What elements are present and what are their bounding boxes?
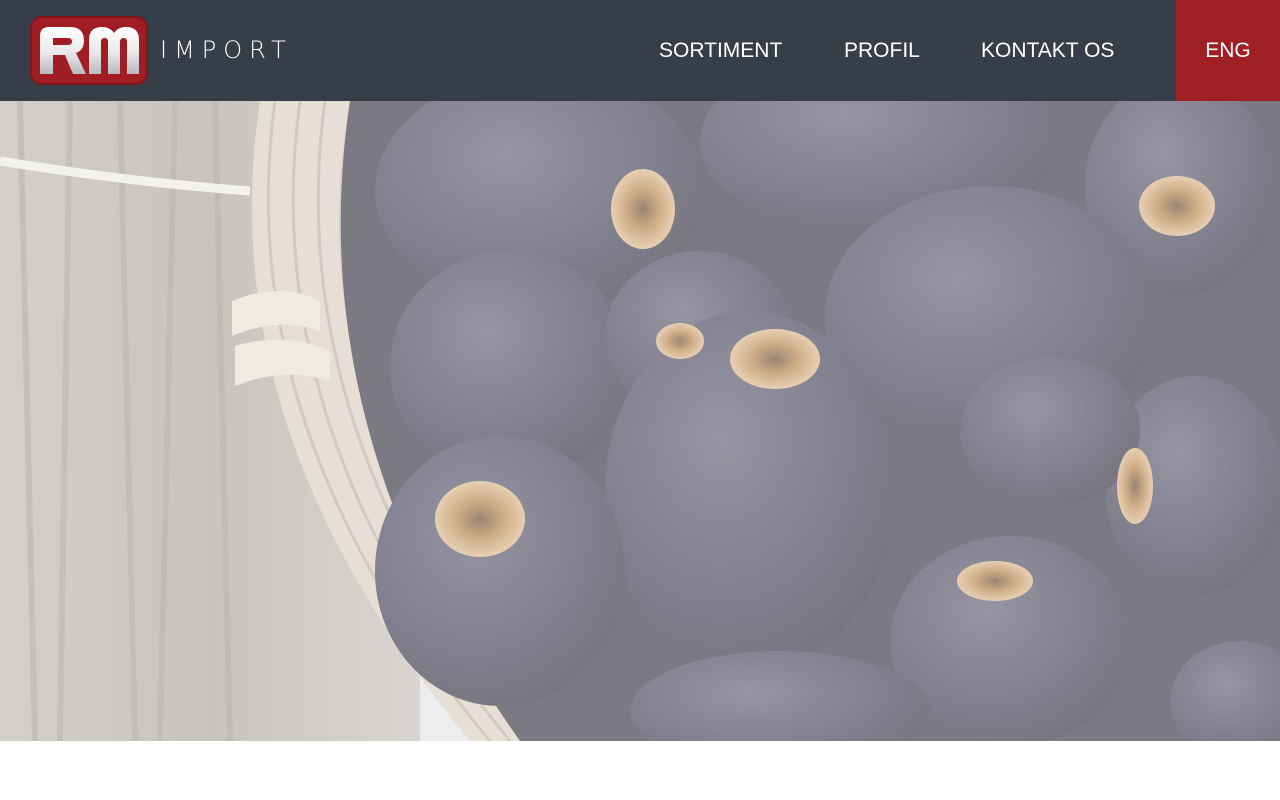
logo-badge	[30, 16, 148, 85]
nav-link-kontakt[interactable]: KONTAKT OS	[981, 0, 1114, 101]
nav-link-sortiment[interactable]: SORTIMENT	[659, 0, 782, 101]
hero-banner	[0, 101, 1280, 741]
site-logo[interactable]: IMPORT	[30, 16, 290, 85]
nav-link-profil[interactable]: PROFIL	[844, 0, 920, 101]
language-switch-button[interactable]: ENG	[1176, 0, 1280, 101]
hero-overlay	[0, 101, 1280, 741]
site-header: IMPORT SORTIMENT PROFIL KONTAKT OS ENG	[0, 0, 1280, 101]
logo-wordmark: IMPORT	[160, 36, 293, 64]
content-area	[0, 741, 1280, 800]
